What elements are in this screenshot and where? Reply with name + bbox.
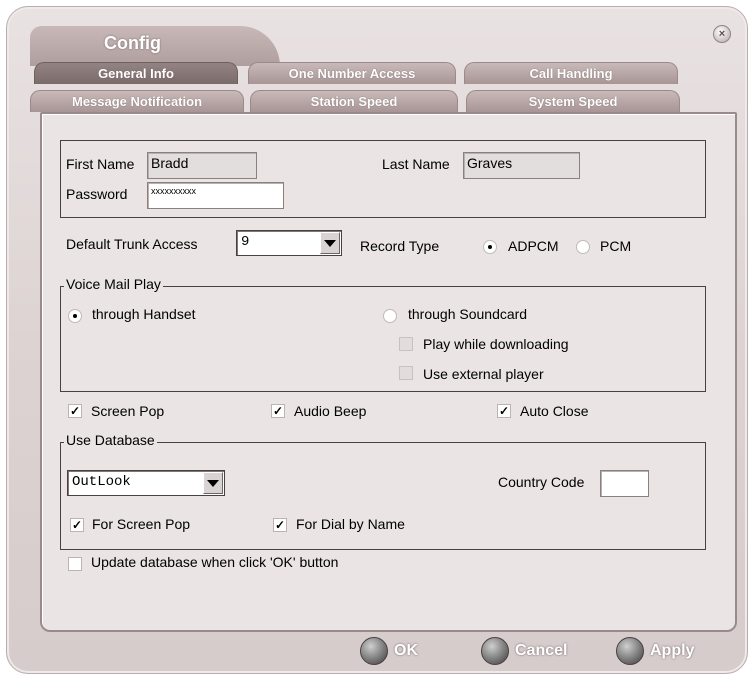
tab-system-speed[interactable]: System Speed bbox=[466, 90, 680, 112]
chevron-down-icon[interactable] bbox=[203, 472, 223, 494]
trunk-access-select[interactable]: 9 bbox=[236, 230, 342, 256]
tab-message-notification[interactable]: Message Notification bbox=[30, 90, 244, 112]
dial-by-name-checkbox[interactable]: ✓ bbox=[273, 518, 287, 532]
through-soundcard-label: through Soundcard bbox=[408, 306, 528, 322]
db-screen-pop-label: For Screen Pop bbox=[92, 516, 191, 532]
cancel-button[interactable]: Cancel bbox=[481, 636, 567, 666]
chevron-down-icon[interactable] bbox=[320, 232, 340, 254]
password-field[interactable]: xxxxxxxxxx bbox=[147, 182, 284, 209]
db-screen-pop-checkbox[interactable]: ✓ bbox=[70, 518, 84, 532]
trunk-access-label: Default Trunk Access bbox=[66, 236, 198, 252]
password-mask: xxxxxxxxxx bbox=[151, 186, 196, 196]
cancel-orb-icon bbox=[481, 637, 509, 665]
ok-orb-icon bbox=[360, 637, 388, 665]
dial-by-name-label: For Dial by Name bbox=[296, 516, 405, 532]
through-handset-radio[interactable] bbox=[68, 309, 82, 323]
screen-pop-checkbox[interactable]: ✓ bbox=[68, 404, 82, 418]
record-type-adpcm-label: ADPCM bbox=[508, 238, 559, 254]
country-code-label: Country Code bbox=[498, 474, 585, 490]
last-name-field[interactable]: Graves bbox=[463, 152, 580, 179]
first-name-field[interactable]: Bradd bbox=[147, 152, 257, 179]
tab-station-speed[interactable]: Station Speed bbox=[250, 90, 458, 112]
play-while-downloading-checkbox[interactable] bbox=[399, 337, 413, 351]
apply-button[interactable]: Apply bbox=[616, 636, 694, 666]
apply-orb-icon bbox=[616, 637, 644, 665]
voice-mail-legend: Voice Mail Play bbox=[64, 276, 163, 292]
first-name-label: First Name bbox=[66, 156, 135, 172]
play-while-downloading-label: Play while downloading bbox=[423, 336, 569, 352]
cancel-button-label: Cancel bbox=[515, 642, 568, 659]
window-title: Config bbox=[104, 33, 161, 53]
through-handset-label: through Handset bbox=[92, 306, 196, 322]
database-select[interactable]: OutLook bbox=[67, 470, 225, 496]
use-external-player-label: Use external player bbox=[423, 366, 544, 382]
voice-mail-group bbox=[60, 286, 706, 392]
apply-button-label: Apply bbox=[650, 642, 695, 659]
record-type-adpcm-radio[interactable] bbox=[483, 240, 497, 254]
audio-beep-checkbox[interactable]: ✓ bbox=[271, 404, 285, 418]
tab-general-info[interactable]: General Info bbox=[34, 62, 238, 84]
tab-call-handling[interactable]: Call Handling bbox=[464, 62, 678, 84]
use-external-player-checkbox[interactable] bbox=[399, 366, 413, 380]
screen-pop-label: Screen Pop bbox=[91, 403, 165, 419]
last-name-label: Last Name bbox=[382, 156, 450, 172]
trunk-access-value: 9 bbox=[241, 234, 250, 250]
audio-beep-label: Audio Beep bbox=[294, 403, 367, 419]
record-type-pcm-radio[interactable] bbox=[576, 240, 590, 254]
ok-button-label: OK bbox=[394, 642, 418, 659]
tab-one-number-access[interactable]: One Number Access bbox=[248, 62, 456, 84]
record-type-pcm-label: PCM bbox=[600, 238, 632, 254]
database-select-value: OutLook bbox=[72, 474, 131, 490]
update-database-label: Update database when click 'OK' button bbox=[91, 554, 339, 570]
auto-close-checkbox[interactable]: ✓ bbox=[497, 404, 511, 418]
update-database-checkbox[interactable] bbox=[68, 557, 82, 571]
through-soundcard-radio[interactable] bbox=[383, 309, 397, 323]
country-code-field[interactable] bbox=[600, 470, 649, 497]
ok-button[interactable]: OK bbox=[360, 636, 418, 666]
password-label: Password bbox=[66, 186, 128, 202]
close-icon[interactable]: × bbox=[713, 25, 731, 43]
auto-close-label: Auto Close bbox=[520, 403, 589, 419]
record-type-label: Record Type bbox=[360, 238, 440, 254]
use-database-legend: Use Database bbox=[64, 432, 157, 448]
